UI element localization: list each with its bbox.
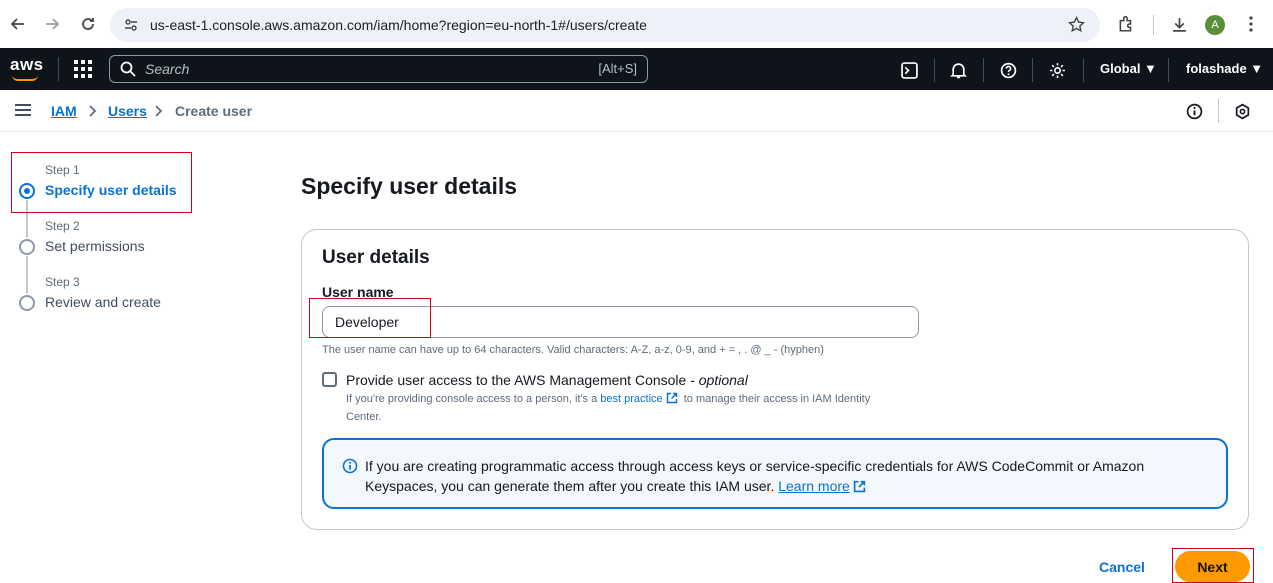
account-menu[interactable]: folashade ▼ (1186, 61, 1263, 76)
annotation-highlight-next (1172, 548, 1254, 583)
external-link-icon (666, 392, 678, 409)
site-settings-icon[interactable] (123, 17, 139, 38)
optional-text: optional (698, 372, 748, 388)
cloudshell-icon[interactable] (898, 59, 920, 81)
info-alert: If you are creating programmatic access … (322, 438, 1228, 509)
aws-search-box[interactable]: [Alt+S] (109, 55, 648, 83)
step-2-label: Set permissions (45, 238, 145, 254)
breadcrumb-current: Create user (175, 103, 253, 119)
download-icon[interactable] (1167, 12, 1191, 36)
region-selector[interactable]: Global ▼ (1100, 61, 1157, 76)
breadcrumb-iam[interactable]: IAM (51, 103, 77, 119)
annotation-highlight-username (309, 298, 431, 338)
settings-gear-icon[interactable] (1046, 59, 1068, 81)
step-connector (26, 256, 28, 294)
services-grid-icon[interactable] (74, 60, 92, 78)
step-3-indicator (19, 295, 35, 311)
nav-divider (934, 58, 935, 82)
toolbar-divider (1153, 15, 1154, 35)
best-practice-link[interactable]: best practice (600, 393, 662, 405)
nav-divider (58, 57, 59, 81)
browser-toolbar: us-east-1.console.aws.amazon.com/iam/hom… (0, 0, 1273, 48)
aws-logo[interactable]: aws (10, 55, 44, 75)
console-access-checkbox[interactable] (322, 372, 337, 387)
search-input[interactable] (145, 60, 525, 78)
nav-divider (983, 58, 984, 82)
step-2-number: Step 2 (45, 219, 80, 233)
back-arrow-icon[interactable] (6, 12, 30, 36)
console-access-label[interactable]: Provide user access to the AWS Managemen… (346, 372, 748, 388)
console-access-description: If you're providing console access to a … (346, 391, 906, 425)
chevron-right-icon (88, 104, 98, 121)
info-alert-message: If you are creating programmatic access … (365, 458, 1145, 494)
breadcrumb-users[interactable]: Users (108, 103, 147, 119)
forward-arrow-icon[interactable] (40, 12, 64, 36)
panel-title: User details (322, 247, 430, 268)
url-text: us-east-1.console.aws.amazon.com/iam/hom… (150, 17, 647, 33)
learn-more-link[interactable]: Learn more (778, 478, 850, 494)
page-title: Specify user details (301, 173, 518, 199)
profile-avatar[interactable]: A (1205, 15, 1225, 35)
hamburger-menu-icon[interactable] (15, 104, 31, 116)
info-circle-icon (342, 458, 358, 474)
breadcrumb-bar: IAM Users Create user (0, 90, 1273, 132)
step-3-number: Step 3 (45, 275, 80, 289)
crumb-divider (1218, 99, 1219, 123)
external-link-icon (853, 478, 866, 498)
nav-divider (1168, 58, 1169, 82)
info-alert-text: If you are creating programmatic access … (365, 456, 1185, 498)
amazon-q-icon[interactable] (1234, 103, 1251, 125)
help-icon[interactable] (997, 59, 1019, 81)
step-2-indicator (19, 239, 35, 255)
browser-menu-icon[interactable] (1239, 12, 1263, 36)
bookmark-star-icon[interactable] (1068, 15, 1085, 38)
console-access-label-text: Provide user access to the AWS Managemen… (346, 372, 699, 388)
search-icon (120, 61, 136, 77)
cancel-button[interactable]: Cancel (1088, 555, 1156, 579)
notifications-bell-icon[interactable] (947, 59, 969, 81)
annotation-highlight-step (11, 152, 192, 213)
nav-divider (1083, 58, 1084, 82)
search-shortcut-hint: [Alt+S] (598, 61, 637, 76)
step-3-label: Review and create (45, 294, 161, 310)
reload-icon[interactable] (76, 12, 100, 36)
extensions-icon[interactable] (1114, 12, 1138, 36)
nav-divider (1032, 58, 1033, 82)
chevron-right-icon (154, 104, 164, 121)
address-bar[interactable]: us-east-1.console.aws.amazon.com/iam/hom… (110, 8, 1100, 42)
info-panel-icon[interactable] (1186, 103, 1203, 125)
console-desc-text: If you're providing console access to a … (346, 393, 601, 405)
username-hint: The user name can have up to 64 characte… (322, 344, 824, 356)
aws-logo-smile (12, 75, 38, 81)
